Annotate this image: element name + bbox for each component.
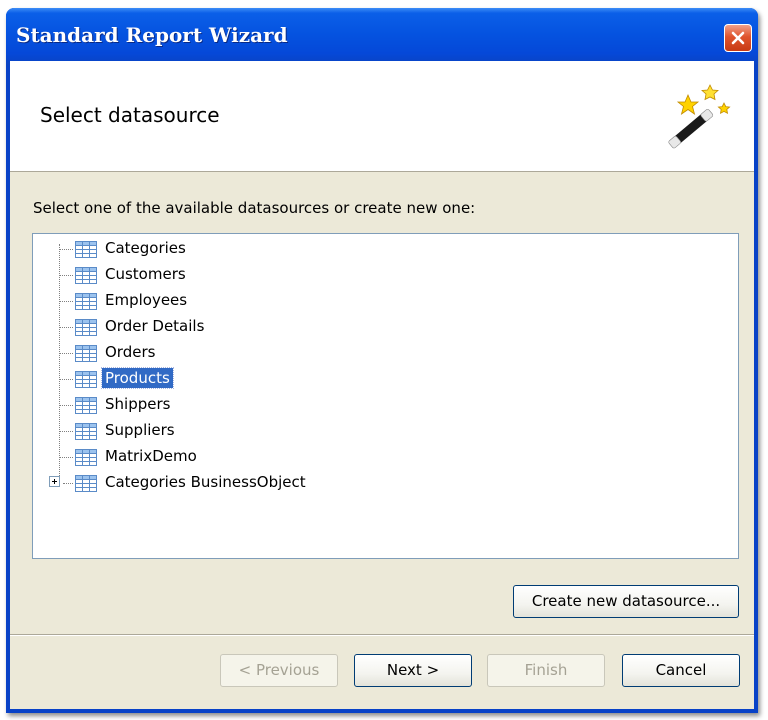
create-new-datasource-button[interactable]: Create new datasource... [513, 585, 739, 618]
table-icon [75, 423, 97, 440]
table-icon [75, 345, 97, 362]
tree-item-label: Orders [105, 343, 156, 361]
previous-button[interactable]: < Previous [220, 654, 338, 687]
tree-item-label: Categories BusinessObject [105, 473, 306, 491]
tree-item-label: Employees [105, 291, 188, 309]
tree-item-label: Suppliers [105, 421, 175, 439]
expand-plus-icon[interactable] [49, 476, 60, 487]
tree-item-label: Categories [105, 239, 186, 257]
page-title: Select datasource [40, 103, 220, 127]
next-button[interactable]: Next > [354, 654, 472, 687]
wizard-window: Standard Report Wizard Select datasource [6, 8, 758, 713]
cancel-button[interactable]: Cancel [622, 654, 740, 687]
title-bar[interactable]: Standard Report Wizard [6, 8, 758, 65]
table-icon [75, 267, 97, 284]
tree-item-label: Order Details [105, 317, 205, 335]
instruction-text: Select one of the available datasources … [33, 199, 476, 217]
tree-connector-line [59, 244, 60, 482]
table-icon [75, 449, 97, 466]
table-icon [75, 397, 97, 414]
tree-item-label: Customers [105, 265, 186, 283]
wizard-header: Select datasource [10, 61, 754, 172]
table-icon [75, 475, 97, 492]
close-button[interactable] [724, 24, 752, 52]
table-icon [75, 319, 97, 336]
dialog-client-area: Select datasource Select one of the avai… [10, 61, 754, 709]
close-icon [731, 31, 745, 45]
table-icon [75, 293, 97, 310]
tree-item-label: Shippers [105, 395, 171, 413]
tree-item-label-selected: Products [101, 367, 174, 389]
table-icon [75, 371, 97, 388]
magic-wand-icon [668, 84, 731, 149]
finish-button[interactable]: Finish [487, 654, 605, 687]
datasource-tree[interactable]: Categories Customers Employees Order Det… [32, 233, 739, 559]
window-title: Standard Report Wizard [16, 23, 288, 47]
tree-item-label: MatrixDemo [105, 447, 197, 465]
table-icon [75, 241, 97, 258]
footer-separator [10, 634, 754, 636]
